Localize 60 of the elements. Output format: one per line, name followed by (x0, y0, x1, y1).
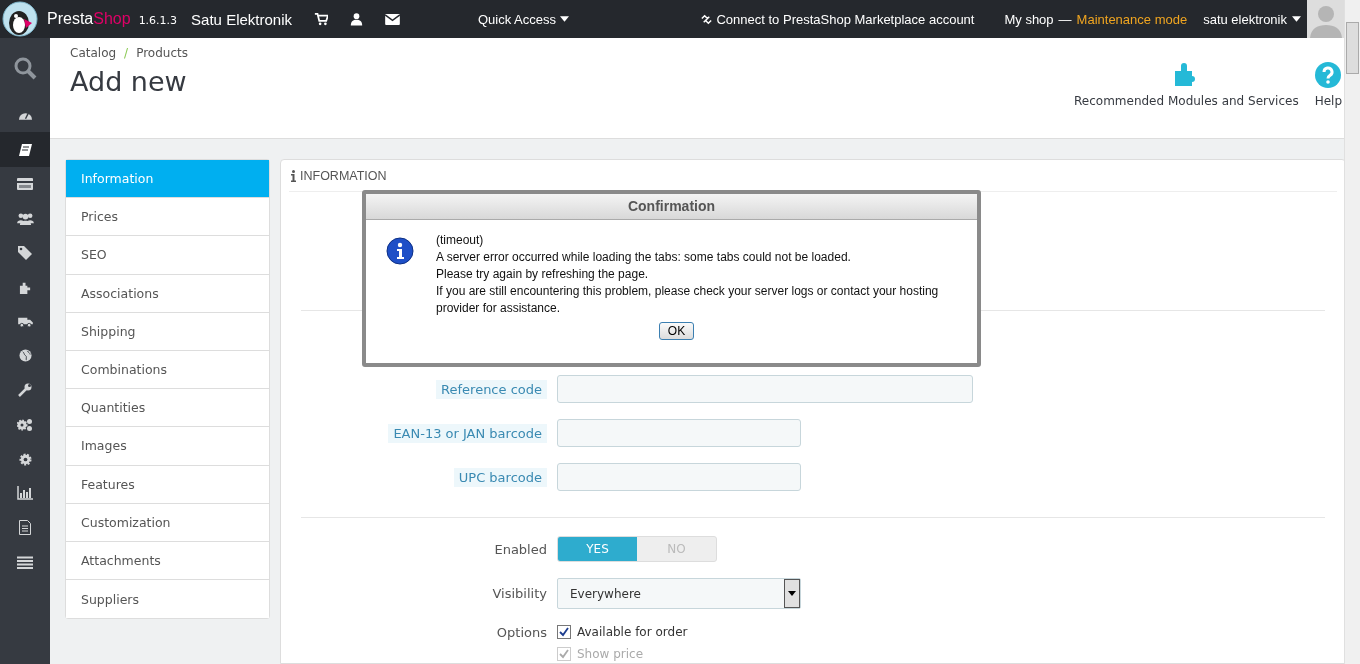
version-text: 1.6.1.3 (138, 14, 178, 27)
globe-icon (18, 349, 32, 363)
dialog-message: If you are still encountering this problem, please check your server logs or contact your hosting provider for assistance. (436, 283, 940, 317)
text-field[interactable] (557, 419, 801, 447)
field-label: Options (496, 625, 547, 640)
dash-separator: — (1058, 11, 1072, 27)
tag-icon (18, 245, 32, 260)
marketplace-link[interactable]: Connect to PrestaShop Marketplace account (700, 11, 975, 27)
menu-icon (17, 555, 33, 569)
wrench-icon (18, 383, 32, 398)
page-title: Add new (70, 66, 188, 97)
dialog-message: A server error occurred while loading the tabs: some tabs could not be loaded. (436, 249, 852, 266)
my-shop-link[interactable]: My shop (1004, 11, 1054, 27)
quick-access-menu[interactable]: Quick Access (478, 11, 570, 27)
dialog-message: (timeout) (436, 232, 485, 249)
field-label: Reference code (436, 379, 547, 399)
gear-icon (18, 452, 32, 466)
toolbar-button[interactable]: Help (1314, 62, 1342, 108)
caret-icon (560, 16, 570, 22)
users-icon (16, 211, 34, 225)
breadcrumb-link[interactable]: Products (136, 46, 188, 60)
brand-name[interactable]: PrestaShop (47, 10, 131, 28)
gears-icon (17, 417, 33, 432)
toolbar-button[interactable]: Recommended Modules and Services (1074, 62, 1299, 108)
document-icon (19, 520, 31, 536)
user-icon[interactable] (350, 12, 363, 26)
book-icon (19, 142, 33, 157)
search-icon (13, 56, 37, 80)
field-label: UPC barcode (453, 467, 547, 487)
checkbox[interactable] (557, 625, 571, 639)
scroll-bar[interactable] (1344, 0, 1360, 664)
field-label: EAN-13 or JAN barcode (388, 423, 547, 443)
ok-button[interactable]: OK (658, 322, 695, 340)
puzzle-icon (18, 280, 32, 294)
text-field[interactable] (557, 375, 973, 403)
info-icon (386, 237, 414, 265)
penguin-logo-icon[interactable] (2, 1, 38, 37)
field-label: Visibility (492, 586, 547, 601)
field-label: Enabled (494, 541, 547, 557)
caret-icon (1292, 16, 1301, 22)
shop-name[interactable]: Satu Elektronik (191, 10, 292, 28)
checkbox-option[interactable]: Available for order (557, 625, 688, 639)
visibility-dropdown[interactable]: Everywhere (557, 578, 801, 609)
breadcrumb-separator: / (124, 46, 129, 60)
breadcrumb-link[interactable]: Catalog (70, 46, 117, 60)
bar-chart-icon (17, 486, 33, 501)
help-icon (1315, 62, 1342, 88)
truck-icon (17, 316, 33, 328)
maintenance-mode-text: Maintenance mode (1076, 11, 1188, 27)
credit-card-icon (17, 177, 33, 190)
caret-icon (788, 591, 796, 596)
envelope-icon[interactable] (385, 13, 400, 25)
dialog-message: Please try again by refreshing the page. (436, 266, 650, 283)
panel-heading: INFORMATION (300, 168, 387, 183)
sidebar-item[interactable] (0, 132, 52, 167)
info-icon (291, 169, 296, 182)
user-menu[interactable]: satu elektronik (1203, 11, 1301, 27)
text-field[interactable] (557, 463, 801, 491)
cart-icon[interactable] (314, 12, 328, 26)
dialog-title: Confirmation (366, 194, 977, 220)
